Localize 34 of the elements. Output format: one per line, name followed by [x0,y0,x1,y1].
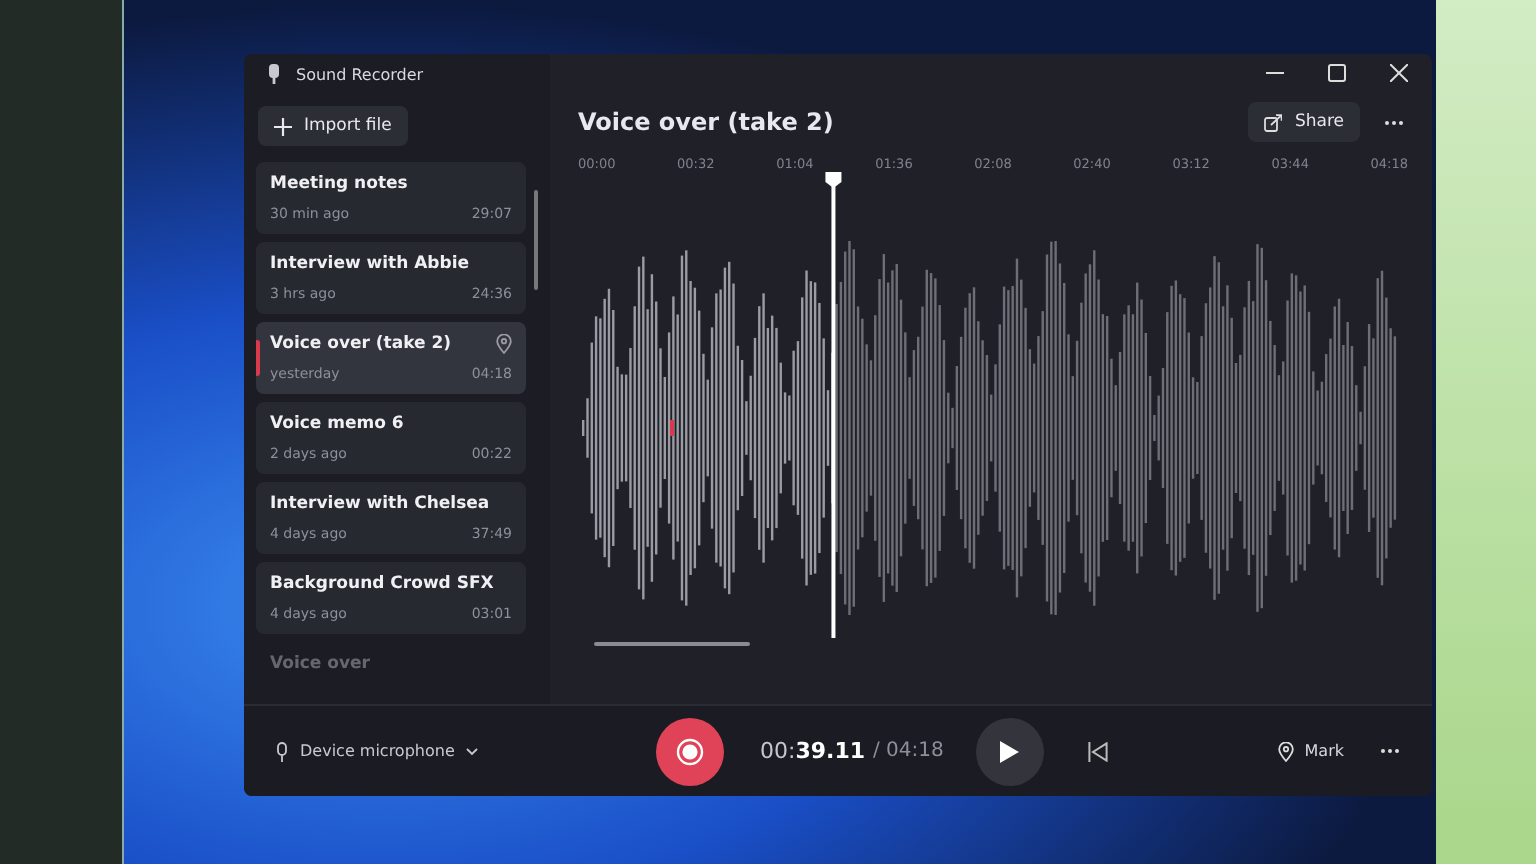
scroll-bar[interactable] [534,190,538,290]
mark-button[interactable]: Mark [1266,739,1356,763]
scroll-bar[interactable] [594,642,750,646]
recording-name: Voice memo 6 [270,414,406,434]
recording-name: Meeting notes [270,174,410,194]
recording-name: Voice over [270,654,372,674]
record-button[interactable] [656,717,724,785]
recording-name: Interview with Abbie [270,254,472,274]
share-button[interactable]: Share [1248,102,1360,142]
location-pin-icon [1278,741,1295,761]
record-icon [676,737,704,765]
recording-title: Voice over (take 2) [578,108,836,136]
chevron-down-icon [466,747,479,755]
recording-name: Voice over (take 2) [270,334,454,354]
marker-tick [670,420,674,436]
more-options-icon[interactable] [1384,119,1404,125]
plus-icon [274,117,292,135]
total-time: / 04:18 [873,740,944,762]
elapsed-time: 00:39.11 [760,738,865,764]
recording-name: Interview with Chelsea [270,494,492,514]
input-device-dropdown[interactable]: Device microphone [276,741,656,761]
import-button[interactable]: Import file [258,106,408,146]
microphone-icon [276,741,288,761]
window-title: Sound Recorder [296,65,424,83]
close-icon[interactable] [1390,64,1408,82]
maximize-icon[interactable] [1328,64,1346,82]
play-icon [998,739,1021,763]
playhead[interactable] [825,172,842,638]
play-button[interactable] [975,717,1044,785]
skip-back-icon[interactable] [1083,737,1112,765]
more-options-icon[interactable] [1376,744,1404,758]
share-icon [1264,113,1283,131]
microphone-icon [268,64,280,84]
recording-name: Background Crowd SFX [270,574,496,594]
